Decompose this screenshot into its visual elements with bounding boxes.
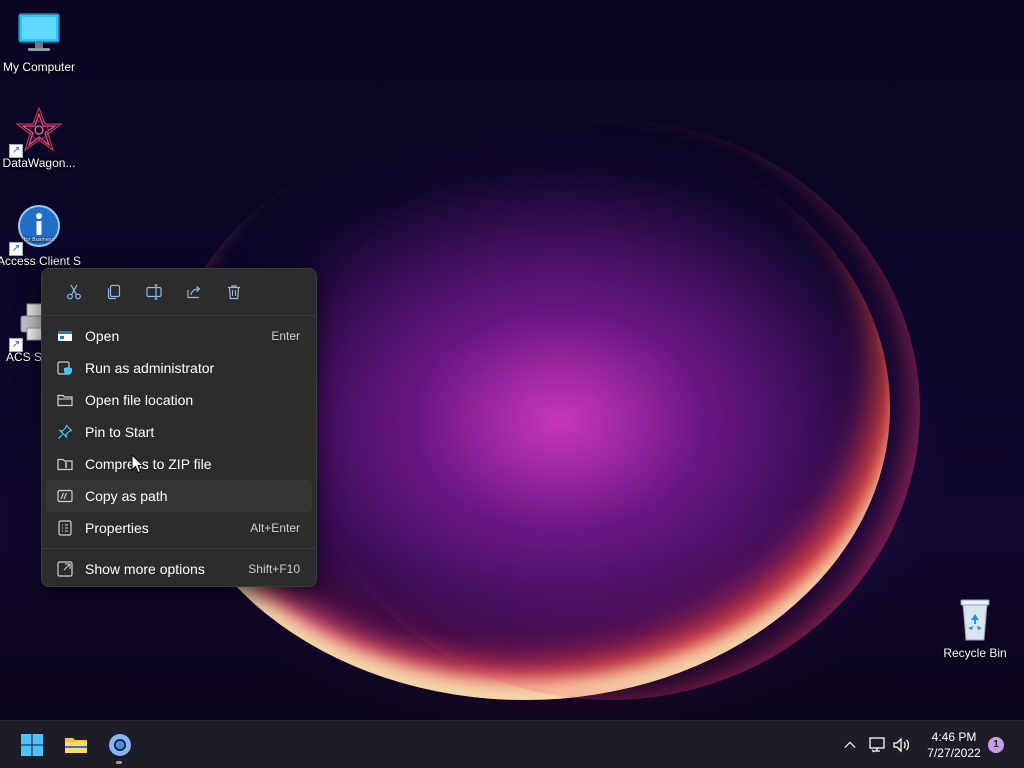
- datawagon-app-icon: ↗: [9, 106, 63, 158]
- file-explorer-button[interactable]: [56, 725, 96, 765]
- clock[interactable]: 4:46 PM 7/27/2022: [918, 729, 990, 761]
- menu-separator: [42, 548, 316, 549]
- notification-badge[interactable]: 1: [988, 737, 1004, 753]
- menu-item-copy-as-path[interactable]: Copy as path: [46, 480, 312, 512]
- delete-button[interactable]: [214, 275, 254, 309]
- svg-text:for Business: for Business: [24, 237, 55, 243]
- folder-icon: [65, 738, 87, 753]
- menu-item-label: Pin to Start: [85, 424, 155, 440]
- shield-admin-icon: [56, 359, 74, 377]
- menu-item-shortcut: Alt+Enter: [250, 521, 300, 535]
- menu-items: Open Enter Run as administrator Open fil…: [42, 316, 316, 585]
- wallpaper-orb-edge: [300, 120, 920, 700]
- menu-item-compress-to-zip[interactable]: Compress to ZIP file: [46, 448, 312, 480]
- folder-icon: [56, 391, 74, 409]
- quick-actions-bar: [42, 269, 316, 316]
- context-menu: Open Enter Run as administrator Open fil…: [41, 268, 317, 587]
- pin-icon: [56, 423, 74, 441]
- running-indicator: [116, 761, 122, 764]
- monitor-icon: [15, 10, 63, 58]
- menu-item-shortcut: Enter: [271, 329, 300, 343]
- menu-item-label: Show more options: [85, 561, 205, 577]
- chrome-button[interactable]: [100, 725, 140, 765]
- windows-logo-icon: [21, 734, 43, 756]
- menu-item-open[interactable]: Open Enter: [46, 320, 312, 352]
- trash-icon: [228, 285, 240, 300]
- menu-item-label: Run as administrator: [85, 360, 215, 376]
- menu-item-label: Compress to ZIP file: [85, 456, 212, 472]
- scissors-icon: [67, 284, 81, 300]
- desktop-icon-label: Recycle Bin: [943, 646, 1007, 660]
- network-button[interactable]: [866, 733, 890, 757]
- share-icon: [187, 286, 201, 299]
- menu-item-run-as-administrator[interactable]: Run as administrator: [46, 352, 312, 384]
- desktop-icon-recycle-bin[interactable]: Recycle Bin: [933, 596, 1017, 660]
- menu-item-show-more-options[interactable]: Show more options Shift+F10: [46, 553, 312, 585]
- recycle-bin-icon: [951, 596, 999, 644]
- menu-item-label: Open file location: [85, 392, 194, 408]
- taskbar: 4:46 PM 7/27/2022 1: [0, 720, 1024, 768]
- shortcut-arrow-icon: ↗: [9, 242, 23, 256]
- menu-item-label: Copy as path: [85, 488, 168, 504]
- chrome-icon: [109, 734, 131, 756]
- show-more-icon: [56, 560, 74, 578]
- clock-time: 4:46 PM: [931, 730, 977, 744]
- copy-icon: [107, 284, 121, 300]
- copy-path-icon: [56, 487, 74, 505]
- share-button[interactable]: [174, 275, 214, 309]
- show-hidden-icons-button[interactable]: [838, 733, 862, 757]
- menu-item-label: Properties: [85, 520, 149, 536]
- desktop-icon-label: My Computer: [2, 60, 76, 74]
- open-window-icon: [56, 327, 74, 345]
- info-circle-icon: for Business ↗: [9, 204, 63, 256]
- desktop-icon-label: Access Client Solut: [0, 254, 81, 268]
- shortcut-arrow-icon: ↗: [9, 144, 23, 158]
- desktop-icon-my-computer[interactable]: My Computer: [0, 10, 81, 74]
- copy-button[interactable]: [94, 275, 134, 309]
- network-icon: [869, 737, 885, 753]
- menu-item-shortcut: Shift+F10: [248, 562, 300, 576]
- mouse-cursor-icon: [131, 454, 145, 474]
- desktop-icon-label: DataWagon...: [2, 156, 76, 170]
- start-button[interactable]: [12, 725, 52, 765]
- menu-item-open-file-location[interactable]: Open file location: [46, 384, 312, 416]
- desktop-icon-access-client-solutions[interactable]: for Business ↗ Access Client Solut: [0, 204, 81, 268]
- menu-item-properties[interactable]: Properties Alt+Enter: [46, 512, 312, 544]
- zip-folder-icon: [56, 455, 74, 473]
- desktop-icon-datawagon[interactable]: ↗ DataWagon...: [0, 106, 81, 170]
- clock-date: 7/27/2022: [927, 746, 981, 760]
- menu-item-label: Open: [85, 328, 120, 344]
- volume-button[interactable]: [890, 733, 914, 757]
- desktop: My Computer ↗ DataWagon... for Business: [0, 0, 1024, 768]
- menu-item-pin-to-start[interactable]: Pin to Start: [46, 416, 312, 448]
- cut-button[interactable]: [54, 275, 94, 309]
- chevron-up-icon: [844, 741, 856, 749]
- shortcut-arrow-icon: ↗: [9, 338, 23, 352]
- rename-icon: [146, 284, 162, 300]
- properties-icon: [56, 519, 74, 537]
- rename-button[interactable]: [134, 275, 174, 309]
- volume-icon: [893, 737, 910, 753]
